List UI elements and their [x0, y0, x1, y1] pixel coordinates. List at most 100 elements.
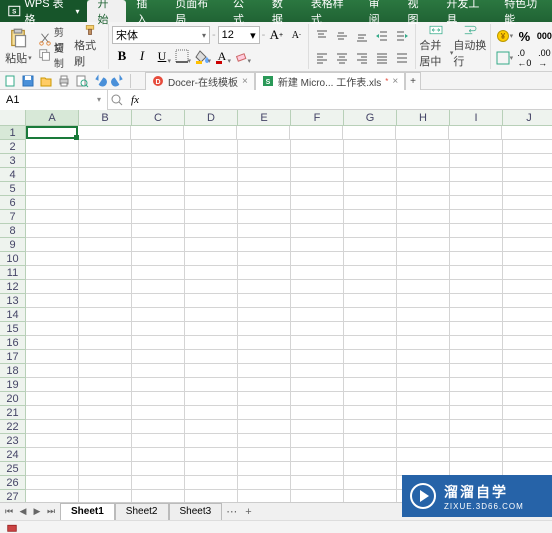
cell[interactable] [238, 266, 291, 280]
copy-button[interactable]: 复制 [36, 47, 72, 62]
cell[interactable] [450, 154, 503, 168]
cell[interactable] [503, 294, 552, 308]
cell[interactable] [450, 392, 503, 406]
cell[interactable] [450, 308, 503, 322]
cell[interactable] [26, 294, 79, 308]
cell[interactable] [26, 280, 79, 294]
cell[interactable] [132, 140, 185, 154]
cell[interactable] [503, 350, 552, 364]
number-format-button[interactable]: ▾ [494, 48, 514, 68]
cell[interactable] [185, 406, 238, 420]
cell[interactable] [185, 168, 238, 182]
qa-print-button[interactable] [56, 73, 72, 89]
cell[interactable] [132, 210, 185, 224]
cell[interactable] [79, 196, 132, 210]
menu-tab-3[interactable]: 公式 [223, 0, 262, 22]
cell[interactable] [185, 322, 238, 336]
cell[interactable] [344, 322, 397, 336]
cell[interactable] [132, 462, 185, 476]
cell[interactable] [185, 462, 238, 476]
cell[interactable] [397, 406, 450, 420]
name-box[interactable]: A1▾ [0, 90, 108, 110]
cell[interactable] [503, 308, 552, 322]
cell[interactable] [291, 294, 344, 308]
cell[interactable] [185, 308, 238, 322]
cell[interactable] [503, 266, 552, 280]
row-header[interactable]: 22 [0, 420, 26, 434]
cell[interactable] [397, 350, 450, 364]
cell[interactable] [503, 434, 552, 448]
cell[interactable] [450, 168, 503, 182]
cell[interactable] [185, 210, 238, 224]
qa-open-button[interactable] [38, 73, 54, 89]
cell[interactable] [79, 448, 132, 462]
sheet-more-button[interactable]: ⋯ [222, 505, 241, 518]
cell[interactable] [344, 266, 397, 280]
cell[interactable] [132, 168, 185, 182]
cell[interactable] [503, 140, 552, 154]
cell[interactable] [79, 210, 132, 224]
cell[interactable] [131, 126, 184, 140]
cell[interactable] [132, 308, 185, 322]
cell[interactable] [238, 280, 291, 294]
cell[interactable] [185, 182, 238, 196]
format-painter-button[interactable]: 格式刷 [74, 24, 105, 69]
cell[interactable] [238, 210, 291, 224]
cell[interactable] [26, 392, 79, 406]
cell[interactable] [503, 336, 552, 350]
cell[interactable] [291, 154, 344, 168]
cell[interactable] [185, 434, 238, 448]
row-header[interactable]: 16 [0, 336, 26, 350]
sheet-tab[interactable]: Sheet3 [169, 503, 223, 521]
cell[interactable] [79, 280, 132, 294]
cell[interactable] [450, 294, 503, 308]
cell[interactable] [503, 154, 552, 168]
cell[interactable] [132, 350, 185, 364]
cell[interactable] [26, 322, 79, 336]
cell[interactable] [344, 378, 397, 392]
cell[interactable] [26, 476, 79, 490]
cell[interactable] [397, 308, 450, 322]
cell[interactable] [291, 420, 344, 434]
cell[interactable] [450, 140, 503, 154]
cell[interactable] [238, 252, 291, 266]
cell[interactable] [450, 322, 503, 336]
row-header[interactable]: 12 [0, 280, 26, 294]
cell[interactable] [78, 126, 131, 140]
cell[interactable] [291, 378, 344, 392]
currency-button[interactable]: ¥▾ [494, 26, 514, 46]
cell[interactable] [132, 182, 185, 196]
column-header[interactable]: G [344, 110, 397, 126]
qa-new-button[interactable] [2, 73, 18, 89]
cell[interactable] [26, 434, 79, 448]
column-header[interactable]: J [503, 110, 552, 126]
cell[interactable] [79, 420, 132, 434]
qa-undo-button[interactable] [92, 73, 108, 89]
cell[interactable] [238, 182, 291, 196]
close-icon[interactable]: × [392, 76, 398, 87]
fill-color-button[interactable]: ▾ [192, 46, 212, 66]
cell[interactable] [450, 462, 503, 476]
cell[interactable] [79, 140, 132, 154]
cell[interactable] [79, 434, 132, 448]
cell[interactable] [238, 476, 291, 490]
cell[interactable] [450, 252, 503, 266]
cell[interactable] [344, 224, 397, 238]
bold-button[interactable]: B [112, 46, 132, 66]
cell[interactable] [132, 252, 185, 266]
cell[interactable] [344, 280, 397, 294]
cell[interactable] [503, 252, 552, 266]
cell[interactable] [502, 126, 552, 140]
row-header[interactable]: 18 [0, 364, 26, 378]
add-sheet-button[interactable]: + [241, 506, 255, 518]
menu-tab-9[interactable]: 特色功能 [494, 0, 552, 22]
cell[interactable] [291, 196, 344, 210]
close-icon[interactable]: × [242, 76, 248, 87]
sheet-nav-next-button[interactable]: ▶ [30, 505, 44, 519]
cell[interactable] [238, 168, 291, 182]
cell[interactable] [291, 364, 344, 378]
row-header[interactable]: 19 [0, 378, 26, 392]
cell[interactable] [503, 392, 552, 406]
cell[interactable] [185, 196, 238, 210]
cell[interactable] [397, 252, 450, 266]
